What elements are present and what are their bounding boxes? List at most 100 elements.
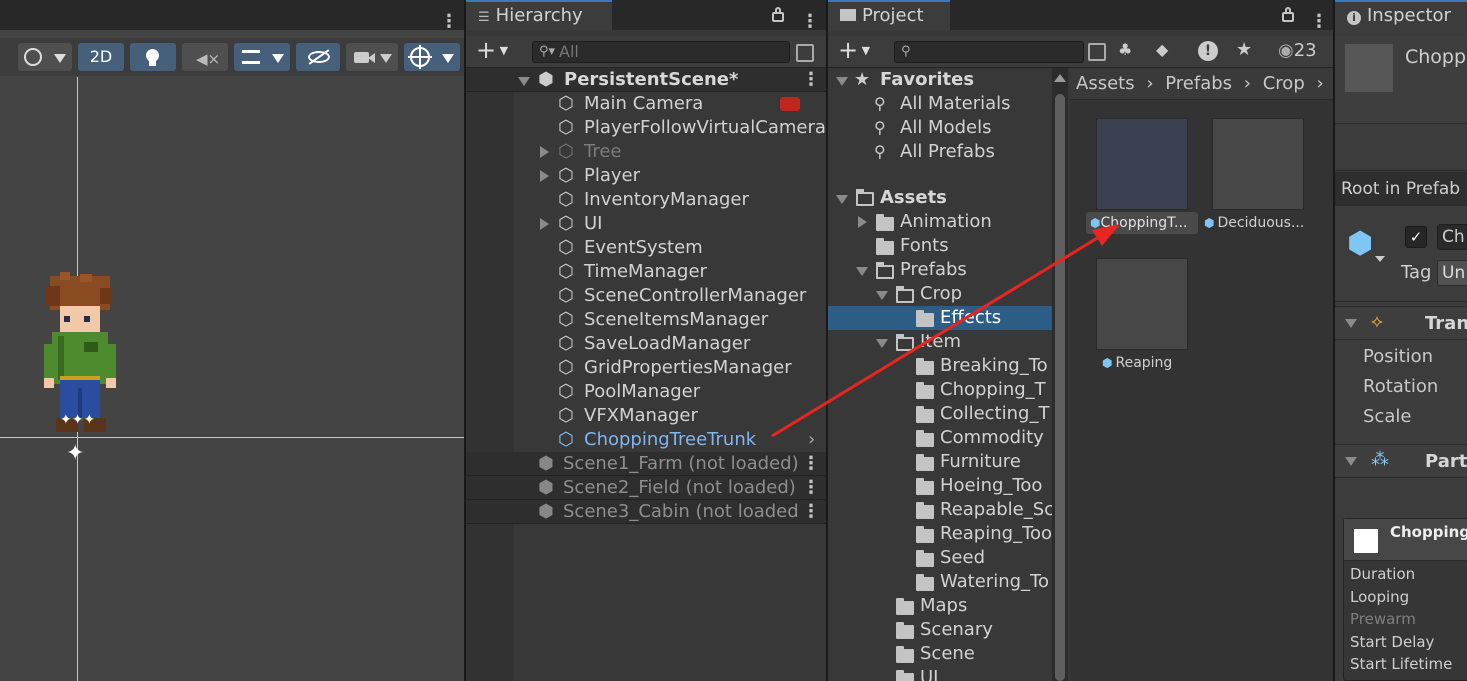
project-folder-item[interactable]: Collecting_T (828, 402, 1052, 426)
tag-dropdown[interactable]: Un (1437, 260, 1467, 286)
project-menu-icon[interactable]: ⋮ (1310, 12, 1328, 32)
scroll-up-icon[interactable] (1054, 74, 1066, 82)
scene-menu-icon[interactable]: ⋮ (440, 12, 458, 32)
lighting-toggle-button[interactable] (130, 43, 176, 71)
expand-arrow-icon[interactable] (858, 216, 867, 228)
hierarchy-item[interactable]: ⬡ SaveLoadManager (466, 332, 826, 356)
hierarchy-item[interactable]: ⬡ SceneItemsManager (466, 308, 826, 332)
scene-menu-kebab[interactable]: ⋮ (802, 478, 820, 498)
effects-toggle-button[interactable] (234, 43, 290, 71)
hierarchy-item[interactable]: ⬡ Main Camera (466, 92, 826, 116)
unloaded-scene-row[interactable]: ⬢ Scene2_Field (not loaded) ⋮ (466, 476, 826, 500)
project-folder-item[interactable]: Crop (828, 282, 1052, 306)
favorite-item[interactable]: ⚲ All Materials (828, 92, 1052, 116)
scene-row-persistent[interactable]: ⬢ PersistentScene* ⋮ (466, 68, 826, 92)
project-folder-item[interactable]: Furniture (828, 450, 1052, 474)
hierarchy-item[interactable]: ⬡ PlayerFollowVirtualCamera (466, 116, 826, 140)
filter-by-type-icon[interactable]: ♣ (1118, 40, 1148, 64)
pivot-gizmo-icon[interactable]: ✦ (66, 443, 84, 465)
active-checkbox[interactable]: ✓ (1405, 226, 1427, 248)
scene-visibility-icon[interactable] (796, 44, 814, 62)
asset-tile[interactable]: ⬢ Deciduous... (1200, 108, 1316, 236)
project-folder-item[interactable]: Animation (828, 210, 1052, 234)
assets-header[interactable]: Assets (828, 186, 1052, 210)
project-folder-item[interactable]: Reaping_Too (828, 522, 1052, 546)
shading-mode-button[interactable] (18, 43, 72, 71)
breadcrumb-prefabs[interactable]: Prefabs (1165, 73, 1232, 94)
hierarchy-item[interactable]: ⬡ UI (466, 212, 826, 236)
particle-header[interactable]: ⁂ Parti (1335, 444, 1467, 478)
breadcrumb-crop[interactable]: Crop (1263, 73, 1305, 94)
search-by-scene-icon[interactable] (1088, 43, 1106, 61)
hierarchy-search-input[interactable]: ⚲▾ All (532, 41, 790, 63)
project-create-button[interactable]: + ▼ (838, 38, 870, 63)
expand-arrow-icon[interactable] (540, 170, 549, 182)
tab-inspector[interactable]: i Inspector (1335, 0, 1467, 30)
log-warning-icon[interactable]: ! (1198, 41, 1218, 61)
scene-view-panel[interactable]: ⋮ 2D ◀× ✦✦✦ ✦ (0, 0, 464, 681)
project-folder-item[interactable]: Commodity (828, 426, 1052, 450)
project-folder-item[interactable]: Breaking_To (828, 354, 1052, 378)
scene-menu-kebab[interactable]: ⋮ (802, 454, 820, 474)
tree-scrollbar-thumb[interactable] (1055, 94, 1065, 681)
project-folder-item[interactable]: UI (828, 666, 1052, 681)
scene-menu-kebab[interactable]: ⋮ (802, 502, 820, 522)
hierarchy-item[interactable]: ⬡ Player (466, 164, 826, 188)
favorites-header[interactable]: ★ Favorites (828, 68, 1052, 92)
hierarchy-item[interactable]: ⬡ GridPropertiesManager (466, 356, 826, 380)
project-folder-item[interactable]: Reapable_Sc (828, 498, 1054, 522)
scene-menu-kebab[interactable]: ⋮ (802, 70, 820, 90)
create-add-button[interactable]: + ▼ (476, 38, 508, 63)
collapse-arrow-icon[interactable] (876, 291, 888, 300)
hierarchy-item[interactable]: ⬡ PoolManager (466, 380, 826, 404)
unloaded-scene-row[interactable]: ⬢ Scene1_Farm (not loaded) ⋮ (466, 452, 826, 476)
hidden-packages-icon[interactable]: ◉23 (1278, 40, 1317, 61)
player-sprite[interactable]: ✦✦✦ (44, 272, 116, 440)
name-field[interactable]: Ch (1437, 224, 1467, 250)
audio-toggle-button[interactable]: ◀× (182, 43, 228, 71)
favorite-star-icon[interactable]: ★ (1236, 39, 1252, 60)
favorite-item[interactable]: ⚲ All Models (828, 116, 1052, 140)
project-folder-item[interactable]: Item (828, 330, 1052, 354)
project-folder-item[interactable]: Scene (828, 642, 1052, 666)
hierarchy-item[interactable]: ⬡ EventSystem (466, 236, 826, 260)
collapse-arrow-icon[interactable] (856, 267, 868, 276)
transform-header[interactable]: ⟡ Tran (1335, 306, 1467, 340)
hierarchy-item[interactable]: ⬡ SceneControllerManager (466, 284, 826, 308)
project-folder-item[interactable]: Watering_To (828, 570, 1052, 594)
hierarchy-item[interactable]: ⬡ ChoppingTreeTrunk › (466, 428, 826, 452)
expand-arrow-icon[interactable] (540, 146, 549, 158)
camera-settings-button[interactable] (346, 43, 398, 71)
asset-tile[interactable]: ⬢ Reaping (1084, 248, 1200, 376)
hidden-objects-toggle-button[interactable] (296, 43, 340, 71)
open-prefab-chevron-icon[interactable]: › (808, 428, 815, 452)
unloaded-scene-row[interactable]: ⬢ Scene3_Cabin (not loaded ⋮ (466, 500, 826, 524)
project-folder-item[interactable]: Effects (828, 306, 1052, 330)
asset-tile[interactable]: ⬢ChoppingT... (1084, 108, 1200, 236)
hierarchy-item[interactable]: ⬡ TimeManager (466, 260, 826, 284)
collapse-arrow-icon[interactable] (876, 339, 888, 348)
project-folder-item[interactable]: Seed (828, 546, 1052, 570)
particle-module-header[interactable]: ChoppingT (1344, 519, 1467, 561)
project-folder-item[interactable]: Fonts (828, 234, 1052, 258)
tab-project[interactable]: Project (828, 0, 950, 30)
favorite-item[interactable]: ⚲ All Prefabs (828, 140, 1052, 164)
breadcrumb-assets[interactable]: Assets (1076, 73, 1135, 94)
project-folder-item[interactable]: Hoeing_Too (828, 474, 1052, 498)
expand-arrow-icon[interactable] (540, 218, 549, 230)
hierarchy-menu-icon[interactable]: ⋮ (801, 12, 819, 32)
tab-hierarchy[interactable]: ☰ Hierarchy (466, 0, 612, 30)
hierarchy-item[interactable]: ⬡ VFXManager (466, 404, 826, 428)
lock-icon[interactable] (772, 12, 784, 22)
project-lock-icon[interactable] (1282, 12, 1294, 22)
gizmos-button[interactable] (404, 43, 460, 71)
project-folder-item[interactable]: Scenary (828, 618, 1052, 642)
2d-mode-button[interactable]: 2D (78, 43, 124, 71)
project-folder-item[interactable]: Maps (828, 594, 1052, 618)
hierarchy-item[interactable]: ⬡ InventoryManager (466, 188, 826, 212)
project-folder-item[interactable]: Prefabs (828, 258, 1052, 282)
hierarchy-item[interactable]: ⬡ Tree (466, 140, 826, 164)
project-search-input[interactable]: ⚲ (894, 41, 1084, 63)
project-folder-item[interactable]: Chopping_T (828, 378, 1052, 402)
filter-by-label-icon[interactable]: ◆ (1156, 40, 1186, 64)
